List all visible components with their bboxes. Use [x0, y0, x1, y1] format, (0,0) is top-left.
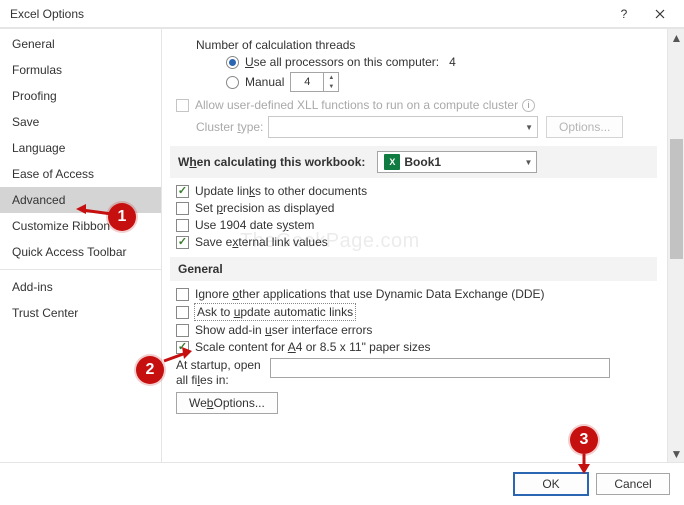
window-title: Excel Options	[10, 7, 606, 21]
scroll-up-arrow[interactable]: ▲	[668, 29, 684, 46]
ask-update-label: Ask to update automatic links	[195, 304, 355, 320]
annotation-marker-3: 3	[570, 426, 598, 454]
radio-manual-row: Manual 4 ▲▼	[226, 72, 657, 92]
main-area: General Formulas Proofing Save Language …	[0, 28, 684, 462]
sidebar-item-general[interactable]: General	[0, 31, 161, 57]
sidebar-item-save[interactable]: Save	[0, 109, 161, 135]
sidebar-item-language[interactable]: Language	[0, 135, 161, 161]
scroll-down-arrow[interactable]: ▼	[668, 445, 684, 462]
show-addin-label: Show add-in user interface errors	[195, 323, 372, 337]
vertical-scrollbar[interactable]: ▲ ▼	[667, 29, 684, 462]
checkbox-ignore-dde[interactable]	[176, 288, 189, 301]
info-icon[interactable]: i	[522, 99, 535, 112]
manual-spinner[interactable]: 4 ▲▼	[290, 72, 339, 92]
close-button[interactable]	[642, 2, 678, 26]
checkbox-use-1904[interactable]	[176, 219, 189, 232]
radio-use-all-label: Use all processors on this computer:	[245, 55, 439, 69]
sidebar-item-qat[interactable]: Quick Access Toolbar	[0, 239, 161, 265]
use-1904-row: Use 1904 date system	[176, 218, 657, 232]
set-precision-label: Set precision as displayed	[195, 201, 334, 215]
sidebar-item-formulas[interactable]: Formulas	[0, 57, 161, 83]
sidebar-item-proofing[interactable]: Proofing	[0, 83, 161, 109]
excel-icon: X	[384, 154, 400, 170]
workbook-dropdown[interactable]: X Book1 ▼	[377, 151, 537, 173]
radio-use-all-row: Use all processors on this computer: 4	[226, 55, 657, 69]
sidebar-item-ease[interactable]: Ease of Access	[0, 161, 161, 187]
set-precision-row: Set precision as displayed	[176, 201, 657, 215]
update-links-row: Update links to other documents	[176, 184, 657, 198]
section-general-header: General	[170, 257, 657, 281]
ignore-dde-label: Ignore other applications that use Dynam…	[195, 287, 545, 301]
allow-xll-row: Allow user-defined XLL functions to run …	[176, 98, 657, 112]
titlebar: Excel Options ?	[0, 0, 684, 28]
sidebar-divider	[0, 269, 161, 270]
startup-row: At startup, open all files in:	[176, 358, 657, 388]
threads-label-row: Number of calculation threads	[196, 38, 657, 52]
manual-value: 4	[291, 76, 323, 88]
help-button[interactable]: ?	[606, 2, 642, 26]
save-ext-row: Save external link values	[176, 235, 657, 249]
checkbox-update-links[interactable]	[176, 185, 189, 198]
content-panel: Number of calculation threads Use all pr…	[162, 29, 667, 462]
ignore-dde-row: Ignore other applications that use Dynam…	[176, 287, 657, 301]
cluster-type-label: Cluster type:	[196, 120, 268, 134]
checkbox-ask-update[interactable]	[176, 306, 189, 319]
chevron-down-icon: ▼	[519, 123, 533, 132]
radio-manual[interactable]	[226, 76, 239, 89]
radio-manual-label: Manual	[245, 75, 284, 89]
section-general-label: General	[178, 262, 223, 276]
sidebar-item-trust[interactable]: Trust Center	[0, 300, 161, 326]
checkbox-set-precision[interactable]	[176, 202, 189, 215]
update-links-label: Update links to other documents	[195, 184, 367, 198]
checkbox-show-addin[interactable]	[176, 324, 189, 337]
annotation-arrow-2	[162, 347, 194, 367]
cluster-type-row: Cluster type: ▼ Options...	[196, 116, 657, 138]
web-options-row: Web Options...	[176, 392, 657, 414]
cluster-type-dropdown: ▼	[268, 116, 538, 138]
cluster-options-button: Options...	[546, 116, 623, 138]
allow-xll-label: Allow user-defined XLL functions to run …	[195, 98, 518, 112]
spinner-buttons[interactable]: ▲▼	[323, 73, 338, 91]
threads-label: Number of calculation threads	[196, 38, 355, 52]
use-1904-label: Use 1904 date system	[195, 218, 314, 232]
chevron-down-icon: ▼	[518, 158, 532, 167]
radio-use-all[interactable]	[226, 56, 239, 69]
close-icon	[655, 9, 665, 19]
sidebar-item-addins[interactable]: Add-ins	[0, 274, 161, 300]
annotation-marker-2: 2	[136, 356, 164, 384]
checkbox-allow-xll	[176, 99, 189, 112]
processor-count: 4	[449, 55, 456, 69]
section-workbook-label: When calculating this workbook:	[178, 155, 365, 169]
show-addin-row: Show add-in user interface errors	[176, 323, 657, 337]
workbook-dropdown-value: Book1	[404, 155, 441, 169]
checkbox-save-ext[interactable]	[176, 236, 189, 249]
annotation-arrow-3	[574, 452, 594, 474]
annotation-marker-1: 1	[108, 203, 136, 231]
startup-path-input[interactable]	[270, 358, 610, 378]
ask-update-row: Ask to update automatic links	[176, 304, 657, 320]
scroll-thumb[interactable]	[670, 139, 683, 259]
scale-content-label: Scale content for A4 or 8.5 x 11" paper …	[195, 340, 431, 354]
save-ext-label: Save external link values	[195, 235, 328, 249]
ok-button[interactable]: OK	[514, 473, 588, 495]
cancel-button[interactable]: Cancel	[596, 473, 670, 495]
scale-content-row: Scale content for A4 or 8.5 x 11" paper …	[176, 340, 657, 354]
section-workbook-header: When calculating this workbook: X Book1 …	[170, 146, 657, 178]
sidebar: General Formulas Proofing Save Language …	[0, 29, 162, 462]
web-options-button[interactable]: Web Options...	[176, 392, 278, 414]
content-wrap: Number of calculation threads Use all pr…	[162, 29, 684, 462]
